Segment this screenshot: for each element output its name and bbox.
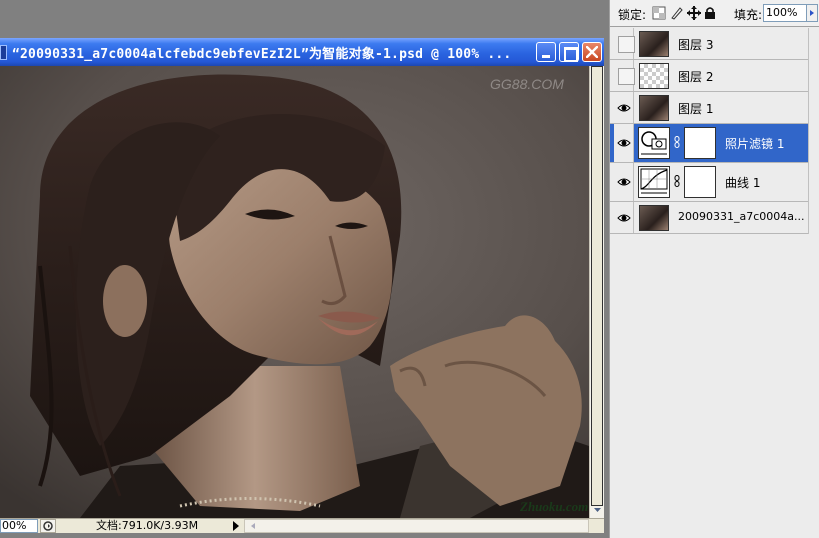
photoshop-document-icon xyxy=(0,45,7,60)
minimize-button[interactable] xyxy=(536,42,556,62)
visibility-toggle[interactable] xyxy=(614,92,634,123)
circle-arrow-icon xyxy=(43,521,53,531)
portrait-image xyxy=(0,66,589,518)
maximize-button[interactable] xyxy=(559,42,579,62)
chevron-right-icon xyxy=(810,10,814,16)
lock-label: 锁定: xyxy=(618,8,647,22)
status-menu-button[interactable] xyxy=(40,519,56,533)
layer-row[interactable]: 图层 2 xyxy=(610,60,808,92)
fill-dropdown-button[interactable] xyxy=(807,4,818,22)
visibility-toggle[interactable] xyxy=(614,202,634,233)
lock-position-icon[interactable] xyxy=(687,6,701,20)
lock-transparent-pixels-icon[interactable] xyxy=(652,6,666,20)
panel-scrollbar[interactable] xyxy=(808,28,819,234)
visibility-toggle[interactable] xyxy=(614,28,635,59)
curves-adjustment-icon xyxy=(638,166,670,198)
watermark-top: GG88.COM xyxy=(490,76,564,92)
lock-image-pixels-icon[interactable] xyxy=(670,6,684,20)
layer-thumbnail xyxy=(639,31,669,57)
lock-toolbar: 锁定: 填充: 100% xyxy=(610,0,819,27)
layer-row[interactable]: 曲线 1 xyxy=(610,163,808,202)
document-size: 文档:791.0K/3.93M xyxy=(96,519,199,532)
layer-thumbnail xyxy=(639,205,669,231)
visibility-toggle[interactable] xyxy=(614,124,634,162)
watermark-bottom: Zhuoku.com xyxy=(520,499,589,514)
scroll-left-arrow-icon[interactable] xyxy=(247,520,259,532)
document-title: “20090331_a7c0004alcfebdc9ebfevEzI2L”为智能… xyxy=(12,47,512,62)
status-bar: 00% 文档:791.0K/3.93M xyxy=(0,518,604,533)
layer-row[interactable]: 图层 3 xyxy=(610,28,808,60)
document-window: “20090331_a7c0004alcfebdc9ebfevEzI2L”为智能… xyxy=(0,38,604,533)
status-arrow-icon[interactable] xyxy=(232,521,240,531)
photo-filter-adjustment-icon xyxy=(638,127,670,159)
close-icon xyxy=(586,46,598,58)
fill-input[interactable]: 100% xyxy=(763,4,807,22)
layer-thumbnail xyxy=(639,63,669,89)
document-titlebar[interactable]: “20090331_a7c0004alcfebdc9ebfevEzI2L”为智能… xyxy=(0,38,604,66)
eye-icon xyxy=(617,214,631,221)
layer-row-selected[interactable]: 照片滤镜 1 xyxy=(610,124,808,163)
layer-mask-thumbnail[interactable] xyxy=(684,127,716,159)
layer-name: 20090331_a7c0004a... xyxy=(678,210,805,223)
image-canvas[interactable]: GG88.COM Zhuoku.com xyxy=(0,66,589,518)
layer-mask-thumbnail[interactable] xyxy=(684,166,716,198)
vertical-scrollbar[interactable] xyxy=(589,66,604,518)
eye-icon xyxy=(617,178,631,186)
layer-name: 曲线 1 xyxy=(725,176,761,190)
fill-label: 填充: xyxy=(734,8,763,22)
lock-all-icon[interactable] xyxy=(704,6,716,20)
eye-icon xyxy=(617,139,631,147)
eye-icon xyxy=(617,104,631,111)
scroll-thumb[interactable] xyxy=(591,66,603,506)
layer-thumbnail xyxy=(639,95,669,121)
layer-row[interactable]: 20090331_a7c0004a... xyxy=(610,202,808,234)
layer-name: 图层 3 xyxy=(678,38,714,52)
layer-row[interactable]: 图层 1 xyxy=(610,92,808,124)
link-icon[interactable] xyxy=(674,136,680,148)
scroll-down-arrow-icon[interactable] xyxy=(591,503,604,517)
link-icon[interactable] xyxy=(674,175,680,187)
layers-panel: 锁定: 填充: 100% 图层 3 图层 2 图层 1 照片滤镜 1 曲线 1 … xyxy=(609,0,819,538)
horizontal-scrollbar[interactable] xyxy=(244,519,589,533)
visibility-toggle[interactable] xyxy=(614,163,634,201)
layer-name: 图层 2 xyxy=(678,70,714,84)
layer-name: 照片滤镜 1 xyxy=(725,137,785,151)
close-button[interactable] xyxy=(582,42,602,62)
zoom-field[interactable]: 00% xyxy=(0,519,38,533)
layer-name: 图层 1 xyxy=(678,102,714,116)
visibility-toggle[interactable] xyxy=(614,60,635,91)
